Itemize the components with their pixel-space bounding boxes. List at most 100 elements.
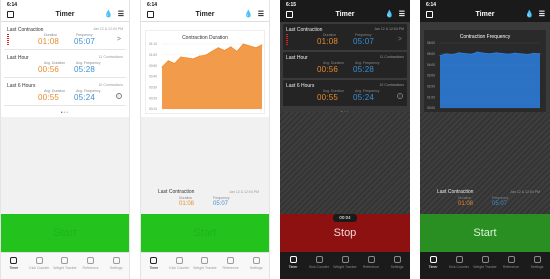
tab-reference[interactable]: Reference bbox=[219, 257, 243, 270]
chevron-right-icon[interactable]: > bbox=[117, 36, 121, 43]
start-button[interactable]: Start bbox=[1, 214, 129, 252]
scale-icon bbox=[481, 256, 489, 263]
list-icon[interactable] bbox=[286, 11, 293, 18]
tab-kick-counter[interactable]: Kick Counter bbox=[27, 257, 51, 270]
list-icon[interactable] bbox=[7, 11, 14, 18]
phone-screen-light-duration-chart: 6:14 Timer 💧 ☰ Contraction Duration 01:1… bbox=[140, 0, 270, 279]
data-point bbox=[242, 43, 244, 45]
menu-icon[interactable]: ☰ bbox=[258, 11, 264, 18]
data-point bbox=[464, 53, 466, 54]
status-bar-time: 6:14 bbox=[147, 2, 158, 8]
tab-reference[interactable]: Reference bbox=[79, 257, 103, 270]
y-tick-label: 06:00 bbox=[427, 41, 435, 45]
tab-reference[interactable]: Reference bbox=[359, 256, 383, 269]
nav-bar: Timer 💧 ☰ bbox=[1, 8, 129, 22]
card-meta: 10 Contractions bbox=[379, 83, 404, 87]
menu-icon[interactable]: ☰ bbox=[539, 11, 545, 18]
list-icon[interactable] bbox=[147, 11, 154, 18]
drop-icon[interactable]: 💧 bbox=[525, 11, 534, 18]
status-bar-time: 6:15 bbox=[280, 0, 410, 8]
tab-timer[interactable]: Timer bbox=[281, 256, 305, 269]
data-point bbox=[508, 53, 510, 55]
card-meta: Jan 12 & 12:04 PM bbox=[374, 27, 404, 31]
tab-settings[interactable]: Settings bbox=[244, 257, 268, 270]
summary-title: Last Contraction bbox=[158, 189, 195, 195]
data-point bbox=[230, 46, 232, 48]
drop-icon[interactable]: 💧 bbox=[244, 11, 253, 18]
tab-bar: Timer Kick Counter Weight Tracker Refere… bbox=[1, 252, 129, 279]
frequency-value: 05:07 bbox=[353, 37, 375, 46]
data-point bbox=[495, 52, 497, 54]
data-area bbox=[162, 44, 262, 109]
card-title: Last 6 Hours bbox=[286, 83, 315, 89]
start-button[interactable]: Start bbox=[420, 214, 550, 252]
frequency-value: 05:07 bbox=[74, 37, 96, 46]
tab-timer[interactable]: Timer bbox=[421, 256, 445, 269]
tab-label: Timer bbox=[9, 266, 19, 270]
active-indicator bbox=[286, 34, 288, 46]
duration-chart-svg: 01:10 01:00 00:50 00:40 00:30 00:20 00:10 bbox=[149, 42, 263, 111]
data-point bbox=[533, 52, 535, 54]
last-contraction-summary: Last Contraction Jan 12 & 12:04 PM Durat… bbox=[141, 187, 269, 213]
y-tick-label: 01:10 bbox=[149, 42, 157, 46]
status-bar-time: 6:14 bbox=[7, 2, 18, 8]
data-point bbox=[514, 52, 516, 54]
tab-timer[interactable]: Timer bbox=[2, 257, 26, 270]
menu-icon[interactable]: ☰ bbox=[399, 11, 405, 18]
chevron-right-icon[interactable]: > bbox=[398, 36, 402, 43]
elapsed-timer: 00:04 bbox=[333, 214, 357, 222]
card-meta: 11 Contractions bbox=[379, 55, 404, 59]
card-last-contraction[interactable]: Last Contraction Jan 12 & 12:04 PM Durat… bbox=[283, 24, 407, 50]
tab-kick-counter[interactable]: Kick Counter bbox=[447, 256, 471, 269]
timer-icon bbox=[150, 257, 158, 264]
data-point bbox=[539, 53, 541, 55]
info-icon[interactable]: i bbox=[116, 93, 122, 99]
list-icon[interactable] bbox=[426, 11, 433, 18]
tab-timer[interactable]: Timer bbox=[142, 257, 166, 270]
tab-label: Weight Tracker bbox=[473, 265, 497, 269]
tab-weight-tracker[interactable]: Weight Tracker bbox=[53, 257, 77, 270]
data-point bbox=[458, 52, 460, 54]
menu-icon[interactable]: ☰ bbox=[118, 11, 124, 18]
nav-bar: Timer 💧 ☰ bbox=[420, 8, 550, 22]
card-last-contraction[interactable]: Last Contraction Jan 12 & 12:04 PM Durat… bbox=[4, 24, 126, 50]
info-icon[interactable]: i bbox=[397, 93, 403, 99]
frequency-value: 05:07 bbox=[213, 201, 229, 207]
tab-label: Timer bbox=[428, 265, 438, 269]
avg-frequency-value: 05:28 bbox=[74, 65, 96, 74]
tab-settings[interactable]: Settings bbox=[385, 256, 409, 269]
tab-weight-tracker[interactable]: Weight Tracker bbox=[333, 256, 357, 269]
frequency-label: Frequency bbox=[213, 196, 230, 200]
tab-settings[interactable]: Settings bbox=[525, 256, 549, 269]
tab-weight-tracker[interactable]: Weight Tracker bbox=[473, 256, 497, 269]
start-button[interactable]: Start bbox=[141, 214, 269, 252]
avg-duration-value: 00:56 bbox=[317, 65, 339, 74]
gear-icon bbox=[252, 257, 260, 264]
scale-icon bbox=[341, 256, 349, 263]
y-tick-label: 00:20 bbox=[149, 96, 157, 100]
gear-icon bbox=[112, 257, 120, 264]
card-title: Last Hour bbox=[286, 55, 308, 61]
data-point bbox=[167, 60, 169, 62]
drop-icon[interactable]: 💧 bbox=[385, 11, 394, 18]
avg-frequency-value: 05:24 bbox=[353, 93, 375, 102]
tab-reference[interactable]: Reference bbox=[499, 256, 523, 269]
timer-icon bbox=[429, 256, 437, 263]
tab-kick-counter[interactable]: Kick Counter bbox=[307, 256, 331, 269]
drop-icon[interactable]: 💧 bbox=[104, 11, 113, 18]
tab-label: Settings bbox=[390, 265, 404, 269]
duration-value: 01:08 bbox=[179, 201, 195, 207]
tab-label: Reference bbox=[362, 265, 380, 269]
data-point bbox=[205, 54, 207, 56]
book-icon bbox=[367, 256, 375, 263]
data-point bbox=[180, 56, 182, 58]
nav-bar: Timer 💧 ☰ bbox=[141, 8, 269, 22]
tab-weight-tracker[interactable]: Weight Tracker bbox=[193, 257, 217, 270]
duration-value: 01:08 bbox=[458, 201, 474, 207]
y-tick-label: 03:00 bbox=[427, 74, 435, 78]
page-indicator[interactable]: ••• bbox=[1, 110, 129, 116]
data-point bbox=[199, 55, 200, 57]
avg-duration-value: 00:56 bbox=[38, 65, 60, 74]
tab-settings[interactable]: Settings bbox=[104, 257, 128, 270]
tab-kick-counter[interactable]: Kick Counter bbox=[167, 257, 191, 270]
